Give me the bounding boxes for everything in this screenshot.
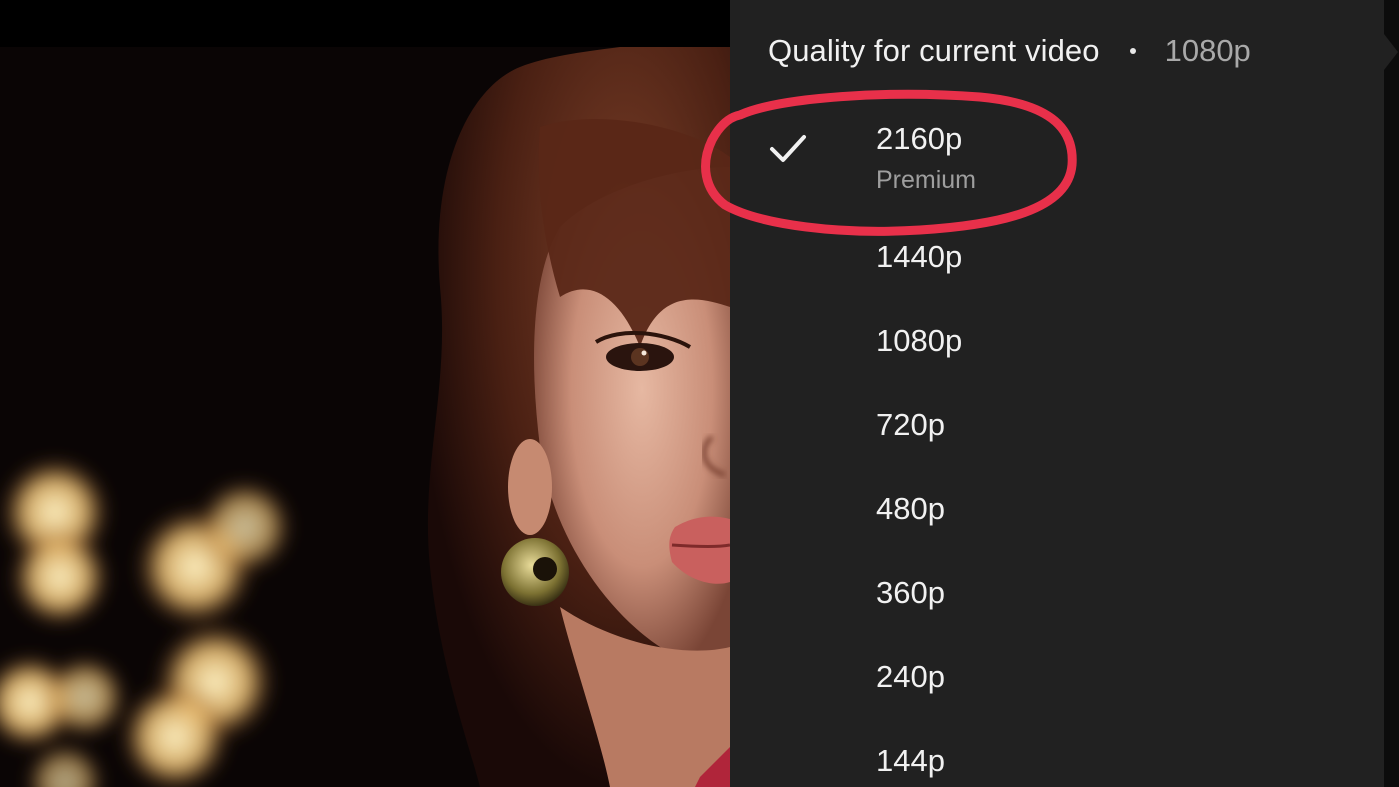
quality-option-label: 360p bbox=[876, 575, 945, 610]
quality-option-1080p[interactable]: 1080p bbox=[730, 304, 1384, 379]
quality-menu-title: Quality for current video bbox=[768, 33, 1100, 68]
quality-option-2160p[interactable]: 2160p Premium bbox=[730, 110, 1384, 210]
quality-option-sublabel: Premium bbox=[876, 166, 977, 194]
video-letterbox-bar bbox=[0, 0, 730, 47]
quality-option-240p[interactable]: 240p bbox=[730, 640, 1384, 715]
quality-option-label: 480p bbox=[876, 491, 945, 526]
quality-option-1440p[interactable]: 1440p bbox=[730, 220, 1384, 295]
video-player: Quality for current video 1080p 2160p Pr… bbox=[0, 0, 1399, 787]
quality-option-label: 1440p bbox=[876, 239, 963, 274]
quality-option-720p[interactable]: 720p bbox=[730, 388, 1384, 463]
quality-option-360p[interactable]: 360p bbox=[730, 556, 1384, 631]
video-frame[interactable] bbox=[0, 47, 730, 787]
quality-option-label: 240p bbox=[876, 659, 945, 694]
quality-option-label: 144p bbox=[876, 743, 945, 778]
quality-option-144p[interactable]: 144p bbox=[730, 724, 1384, 787]
video-still-image bbox=[0, 47, 730, 787]
quality-option-label: 2160p bbox=[876, 121, 963, 156]
current-quality-value: 1080p bbox=[1164, 33, 1251, 68]
quality-menu: Quality for current video 1080p 2160p Pr… bbox=[730, 0, 1384, 787]
dot-separator-icon bbox=[1129, 48, 1136, 54]
quality-option-label: 720p bbox=[876, 407, 945, 442]
panel-edge bbox=[1384, 0, 1399, 787]
quality-option-480p[interactable]: 480p bbox=[730, 472, 1384, 547]
panel-pointer-notch bbox=[1384, 34, 1398, 70]
quality-menu-header: Quality for current video 1080p bbox=[768, 30, 1251, 72]
quality-option-label: 1080p bbox=[876, 323, 963, 358]
